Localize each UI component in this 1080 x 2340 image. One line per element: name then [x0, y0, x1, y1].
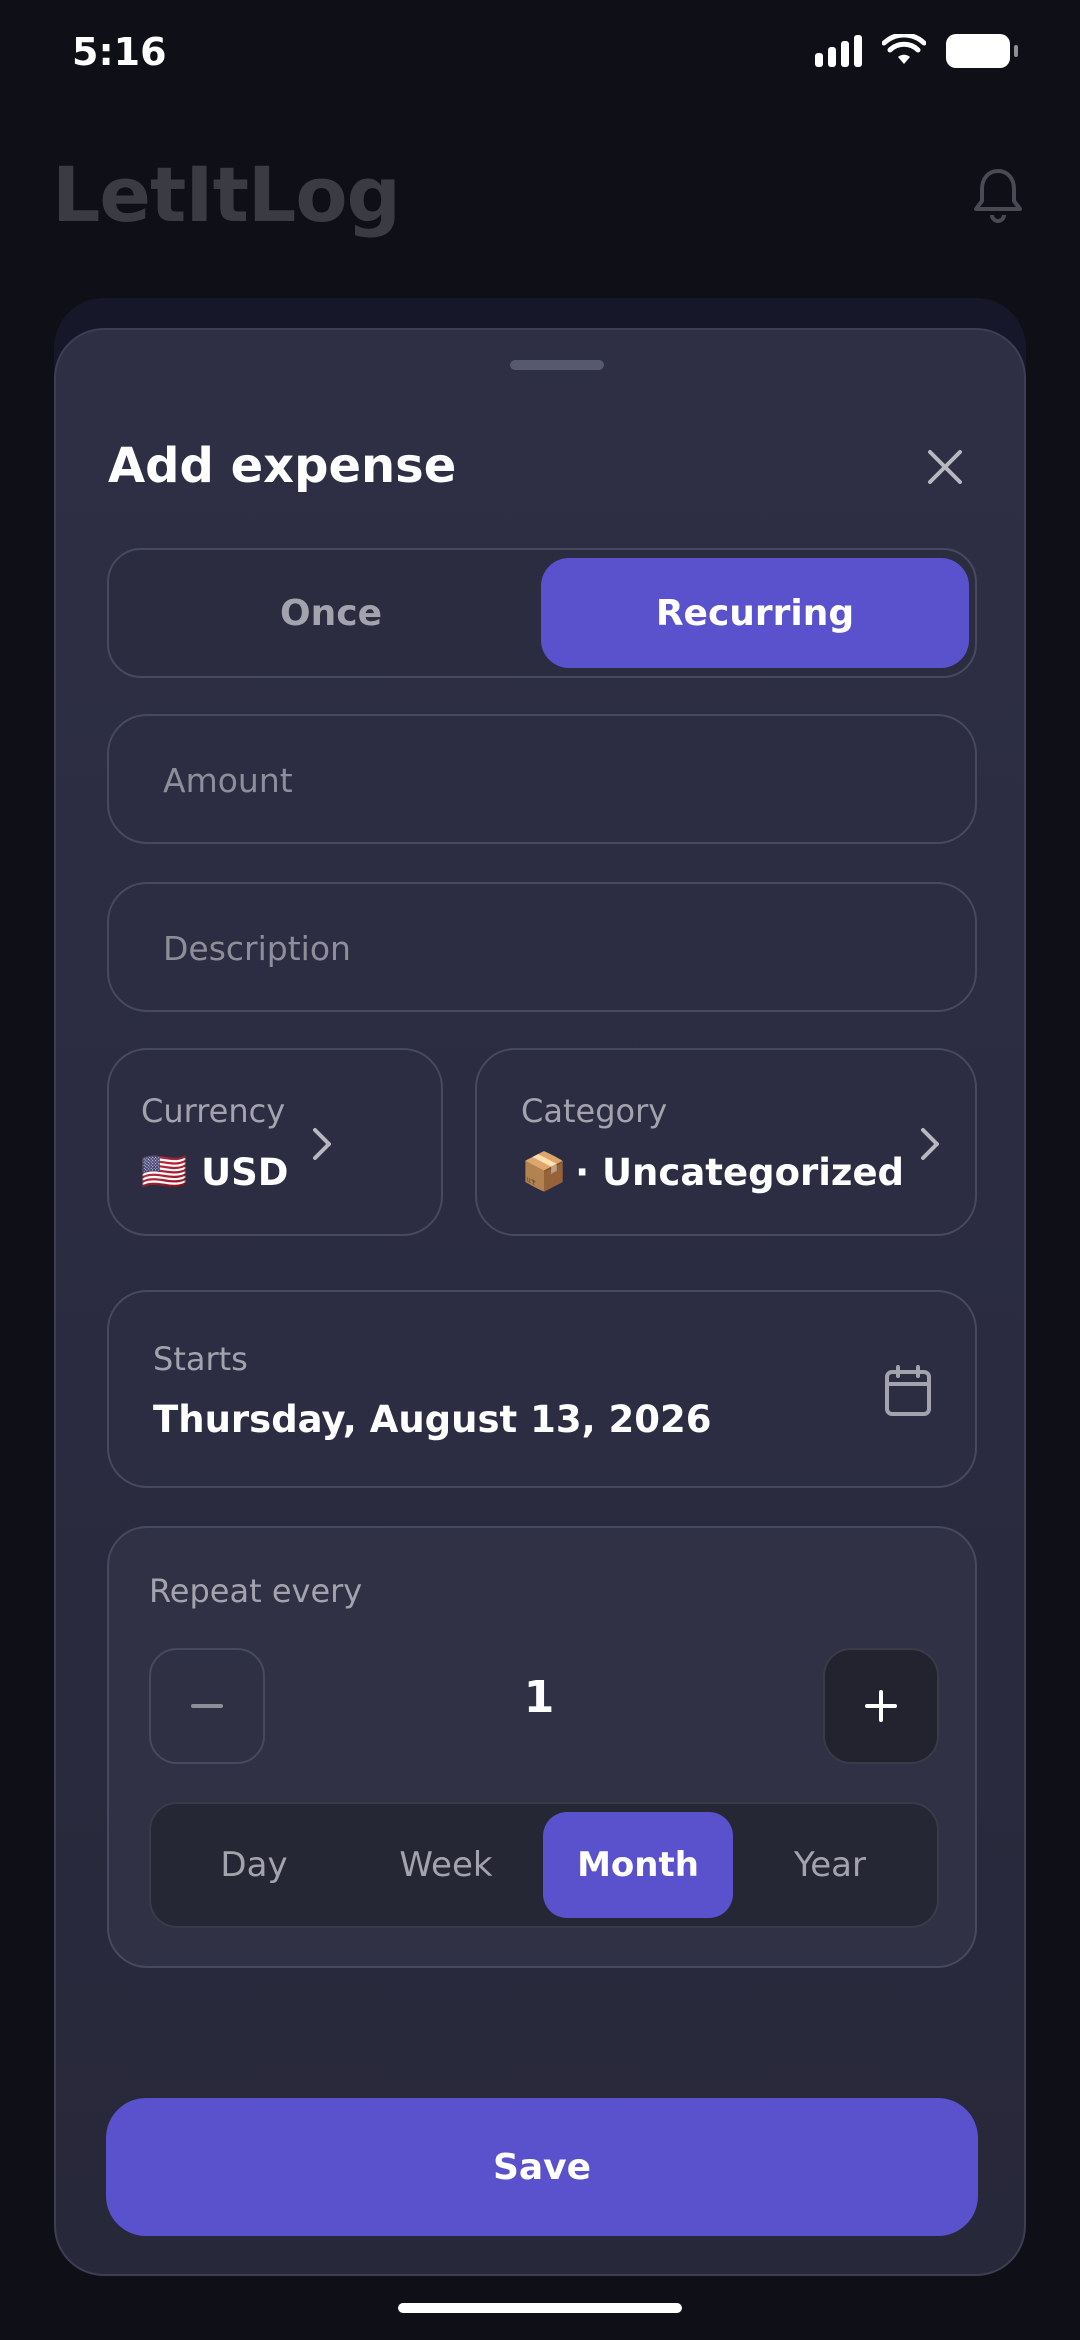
status-bar: 5:16 — [0, 0, 1080, 110]
sheet-drag-handle[interactable] — [510, 360, 604, 370]
home-indicator[interactable] — [398, 2303, 682, 2313]
description-input[interactable] — [161, 884, 925, 1012]
unit-month-option[interactable]: Month — [543, 1812, 733, 1918]
amount-input[interactable] — [161, 716, 925, 844]
status-time: 5:16 — [72, 30, 167, 74]
sheet-title: Add expense — [108, 438, 457, 494]
starts-value: Thursday, August 13, 2026 — [153, 1398, 712, 1441]
unit-day-option[interactable]: Day — [159, 1812, 349, 1918]
repeat-section: Repeat every 1 Day Week Month Year — [107, 1526, 977, 1968]
currency-label: Currency — [141, 1092, 286, 1130]
recurring-option[interactable]: Recurring — [541, 558, 969, 668]
frequency-toggle: Once Recurring — [107, 548, 977, 678]
category-label: Category — [521, 1092, 668, 1130]
close-icon[interactable] — [918, 440, 972, 494]
increment-button[interactable] — [823, 1648, 939, 1764]
currency-code: USD — [201, 1150, 289, 1194]
package-icon: 📦 — [521, 1150, 568, 1193]
add-expense-sheet: Add expense Once Recurring Currency 🇺🇸 U… — [54, 328, 1026, 2276]
start-date-field[interactable]: Starts Thursday, August 13, 2026 — [107, 1290, 977, 1488]
unit-year-option[interactable]: Year — [735, 1812, 925, 1918]
plus-icon — [865, 1690, 897, 1722]
description-field-container — [107, 882, 977, 1012]
repeat-count: 1 — [523, 1672, 555, 1723]
repeat-label: Repeat every — [149, 1572, 363, 1610]
once-option[interactable]: Once — [117, 558, 545, 668]
category-value: 📦 · Uncategorized — [521, 1150, 904, 1194]
calendar-icon[interactable] — [883, 1364, 933, 1418]
decrement-button[interactable] — [149, 1648, 265, 1764]
minus-icon — [191, 1704, 223, 1708]
save-button[interactable]: Save — [106, 2098, 978, 2236]
repeat-unit-selector: Day Week Month Year — [149, 1802, 939, 1928]
signal-icon — [815, 35, 862, 67]
amount-field-container — [107, 714, 977, 844]
currency-picker[interactable]: Currency 🇺🇸 USD — [107, 1048, 443, 1236]
us-flag-icon: 🇺🇸 — [141, 1150, 188, 1193]
category-name: · Uncategorized — [575, 1150, 905, 1194]
category-picker[interactable]: Category 📦 · Uncategorized — [475, 1048, 977, 1236]
unit-week-option[interactable]: Week — [351, 1812, 541, 1918]
starts-label: Starts — [153, 1340, 248, 1378]
currency-value: 🇺🇸 USD — [141, 1150, 288, 1194]
chevron-right-icon — [921, 1128, 939, 1160]
app-title: LetItLog — [52, 150, 401, 239]
battery-icon — [946, 34, 1018, 68]
chevron-right-icon — [313, 1128, 331, 1160]
status-icons — [815, 34, 1018, 68]
wifi-icon — [882, 34, 926, 64]
bell-icon[interactable] — [970, 165, 1026, 225]
